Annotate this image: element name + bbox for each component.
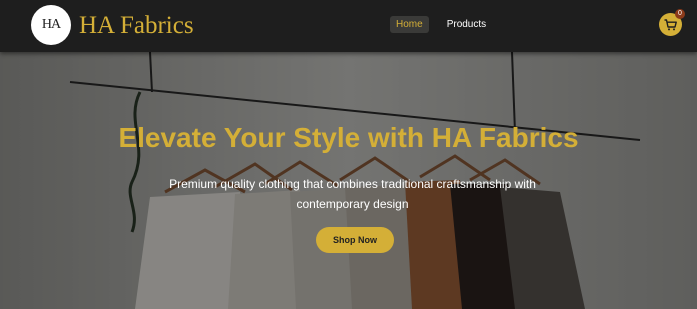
hero-title: Elevate Your Style with HA Fabrics <box>118 122 579 153</box>
brand-name[interactable]: HA Fabrics <box>79 13 194 38</box>
logo-text: HA <box>41 17 61 32</box>
hero-subtitle: Premium quality clothing that combines t… <box>169 177 536 211</box>
main-nav: Home Products <box>390 16 492 33</box>
shopping-cart-icon <box>664 18 677 30</box>
cart-count-badge: 0 <box>675 9 685 19</box>
navbar: HA HA Fabrics Home Products 0 <box>0 0 697 52</box>
brand-logo[interactable]: HA <box>31 5 71 45</box>
nav-link-home[interactable]: Home <box>390 16 429 33</box>
nav-link-products[interactable]: Products <box>441 16 492 33</box>
brand[interactable]: HA HA Fabrics <box>31 5 194 45</box>
shop-now-button[interactable]: Shop Now <box>316 227 394 253</box>
cart-button[interactable]: 0 <box>659 9 685 36</box>
hero-section: Elevate Your Style with HA Fabrics Premi… <box>0 52 697 309</box>
